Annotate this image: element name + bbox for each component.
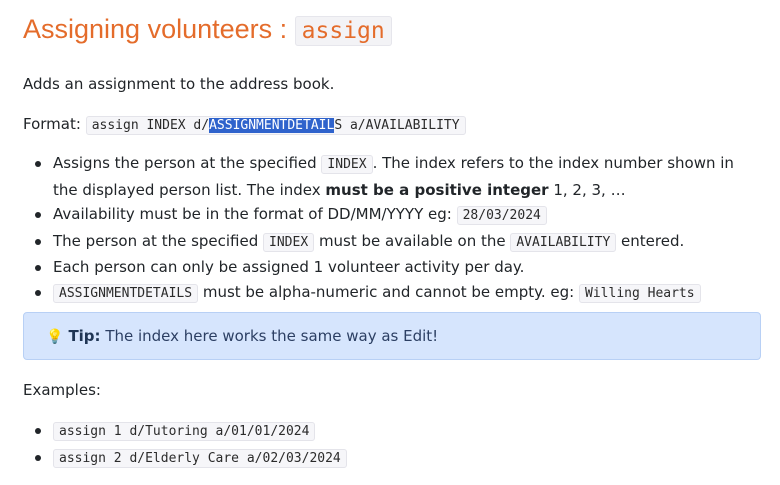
list-item: The person at the specified INDEX must b… [34,229,754,256]
note-text: The person at the specified [53,231,264,250]
list-item: ASSIGNMENTDETAILS must be alpha-numeric … [34,280,754,307]
intro-text: Adds an assignment to the address book. [23,75,335,93]
tip-content: 💡 Tip: The index here works the same way … [46,327,438,345]
list-item: assign 1 d/Tutoring a/01/01/2024 [34,418,347,445]
format-code-before: assign INDEX d/ [91,118,210,133]
format-code-after: S a/AVAILABILITY [334,118,460,133]
note-text: 1, 2, 3, … [548,180,626,199]
list-item: Availability must be in the format of DD… [34,202,754,229]
lightbulb-icon: 💡 [46,329,64,345]
note-text: must be available on the [314,231,511,250]
format-label: Format: [23,115,86,133]
bold-text: must be a positive integer [325,180,549,199]
examples-list: assign 1 d/Tutoring a/01/01/2024 assign … [34,418,347,471]
command-code: assign [294,16,392,46]
list-item: assign 2 d/Elderly Care a/02/03/2024 [34,445,347,472]
example-code: assign 1 d/Tutoring a/01/01/2024 [53,422,316,441]
inline-code: INDEX [321,155,373,174]
note-text: Availability must be in the format of DD… [53,205,457,223]
tip-box: 💡 Tip: The index here works the same way … [23,312,761,360]
examples-label: Examples: [23,381,101,399]
example-code: assign 2 d/Elderly Care a/02/03/2024 [53,448,347,468]
inline-code: ASSIGNMENTDETAILS [53,283,199,303]
notes-list: Assigns the person at the specified INDE… [34,151,754,306]
note-text: Assigns the person at the specified [53,154,322,172]
selected-text[interactable]: ASSIGNMENTDETAIL [209,118,335,133]
inline-code: AVAILABILITY [510,232,617,252]
list-item: Each person can only be assigned 1 volun… [34,255,754,280]
tip-text: The index here works the same way as Edi… [100,327,439,345]
format-code[interactable]: assign INDEX d/ASSIGNMENTDETAILS a/AVAIL… [85,116,466,135]
list-item: Assigns the person at the specified INDE… [34,151,754,202]
inline-code: INDEX [263,232,315,252]
inline-code: Willing Hearts [579,283,701,303]
page-title: Assigning volunteers : assign [23,14,392,46]
tip-label: Tip: [68,327,101,345]
page-title-text: Assigning volunteers : [23,14,295,44]
note-text: must be alpha-numeric and cannot be empt… [198,282,580,301]
note-text: Each person can only be assigned 1 volun… [53,258,525,276]
note-text: entered. [616,231,685,250]
format-line: Format: assign INDEX d/ASSIGNMENTDETAILS… [23,115,466,135]
inline-code: 28/03/2024 [456,206,547,225]
